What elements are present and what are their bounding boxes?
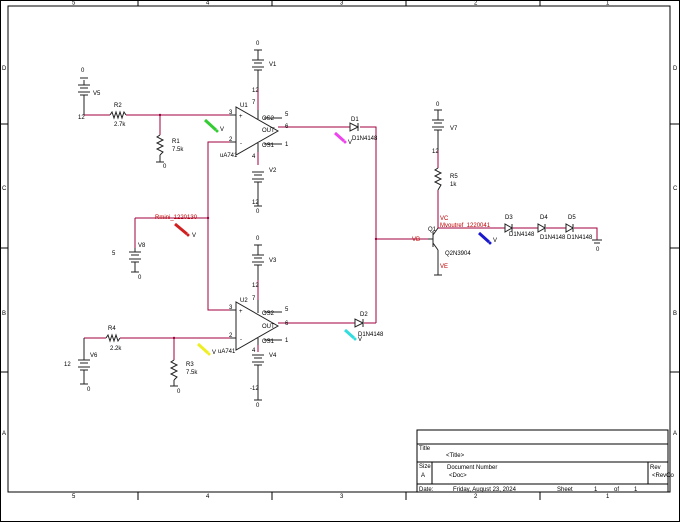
vb-net-label: VB	[412, 237, 420, 243]
u2-os1: OS1	[262, 339, 275, 345]
r5-label: R5	[450, 174, 458, 180]
row-label: B	[673, 311, 677, 317]
d4-model: D1N4148	[540, 235, 566, 241]
title-label: Title	[419, 446, 431, 452]
d1-label: D1	[351, 117, 359, 123]
size-value: A	[421, 473, 425, 479]
r4-label: R4	[108, 326, 116, 332]
u2-label: U2	[240, 298, 248, 304]
rev-label: Rev	[650, 465, 661, 471]
u1-os1: OS1	[262, 143, 275, 149]
schematic-canvas: 5 4 3 2 1 5 4 3 2 1 D C B A D C B A 0 V5…	[0, 0, 680, 522]
r3-label: R3	[186, 362, 194, 368]
u1-minus: -	[240, 141, 242, 147]
v6-label: V6	[90, 353, 98, 359]
outer-border	[0, 0, 680, 522]
row-label: D	[2, 66, 7, 72]
r1-label: R1	[172, 139, 180, 145]
d5-label: D5	[568, 215, 576, 221]
q1-vc: VC	[440, 216, 449, 222]
d1-model: D1N4148	[352, 136, 378, 142]
r5-value: 1k	[450, 182, 457, 188]
r2-value: 2.7k	[114, 122, 126, 128]
d3-label: D3	[505, 215, 513, 221]
of-label: of	[614, 487, 619, 493]
v6-value: 12	[64, 362, 71, 368]
v8-label: V8	[138, 243, 146, 249]
v1-value: 12	[252, 88, 259, 94]
v4-value: -12	[250, 386, 259, 392]
u2-os2: OS2	[262, 311, 275, 317]
docnum-label: Document Number	[447, 465, 497, 471]
r1-value: 7.5k	[172, 147, 184, 153]
v5-value: 12	[78, 115, 85, 121]
v1-label: V1	[269, 62, 277, 68]
u1-os2: OS2	[262, 116, 275, 122]
r2-label: R2	[114, 103, 122, 109]
q1-model: Q2N3904	[445, 251, 471, 257]
rmini-probe-tag: V	[192, 233, 196, 239]
row-label: A	[2, 431, 6, 437]
u2-plus: +	[239, 309, 243, 315]
u1-label: U1	[240, 103, 248, 109]
size-label: Size	[419, 464, 431, 470]
mvoutref-probe-label: Mvoutref_1220041	[440, 223, 491, 229]
d5-model: D1N4148	[567, 235, 593, 241]
v7-value: 12	[432, 149, 439, 155]
date-label: Date:	[419, 487, 434, 493]
v3-value: 12	[252, 283, 259, 289]
u1-model: uA741	[220, 153, 238, 159]
d2-label: D2	[360, 312, 368, 318]
title-value: <Title>	[446, 453, 465, 459]
magenta-probe-tag: V	[348, 140, 352, 146]
rmini-probe-label: Rmini_1220130	[155, 215, 198, 221]
d4-label: D4	[540, 215, 548, 221]
u1-out: OUT	[262, 128, 275, 134]
u2-model: uA741	[218, 349, 236, 355]
rev-value: <RevCo	[652, 473, 675, 479]
row-label: C	[2, 186, 7, 192]
v4-label: V4	[269, 353, 277, 359]
yellow-probe-tag: V	[212, 350, 216, 356]
v7-label: V7	[450, 126, 458, 132]
v2-label: V2	[269, 168, 277, 174]
v5-label: V5	[93, 91, 101, 97]
v2-value: 12	[252, 200, 259, 206]
u2-out: OUT	[262, 324, 275, 330]
r3-value: 7.5k	[186, 370, 198, 376]
u2-minus: -	[240, 337, 242, 343]
q1-label: Q1	[428, 227, 437, 233]
q1-ve: VE	[440, 264, 448, 270]
row-label: B	[2, 311, 6, 317]
v3-label: V3	[269, 258, 277, 264]
date-value: Friday, August 23, 2024	[453, 487, 517, 493]
row-label: D	[673, 66, 678, 72]
d3-model: D1N4148	[509, 232, 535, 238]
row-label: C	[673, 186, 678, 192]
mvoutref-probe-tag: V	[493, 238, 497, 244]
u1-plus: +	[239, 114, 243, 120]
cyan-probe-tag: V	[358, 337, 362, 343]
docnum-value: <Doc>	[449, 473, 467, 479]
r4-value: 2.2k	[110, 346, 122, 352]
row-label: A	[673, 431, 677, 437]
green-probe-tag: V	[220, 127, 224, 133]
sheet-label: Sheet	[557, 487, 573, 493]
